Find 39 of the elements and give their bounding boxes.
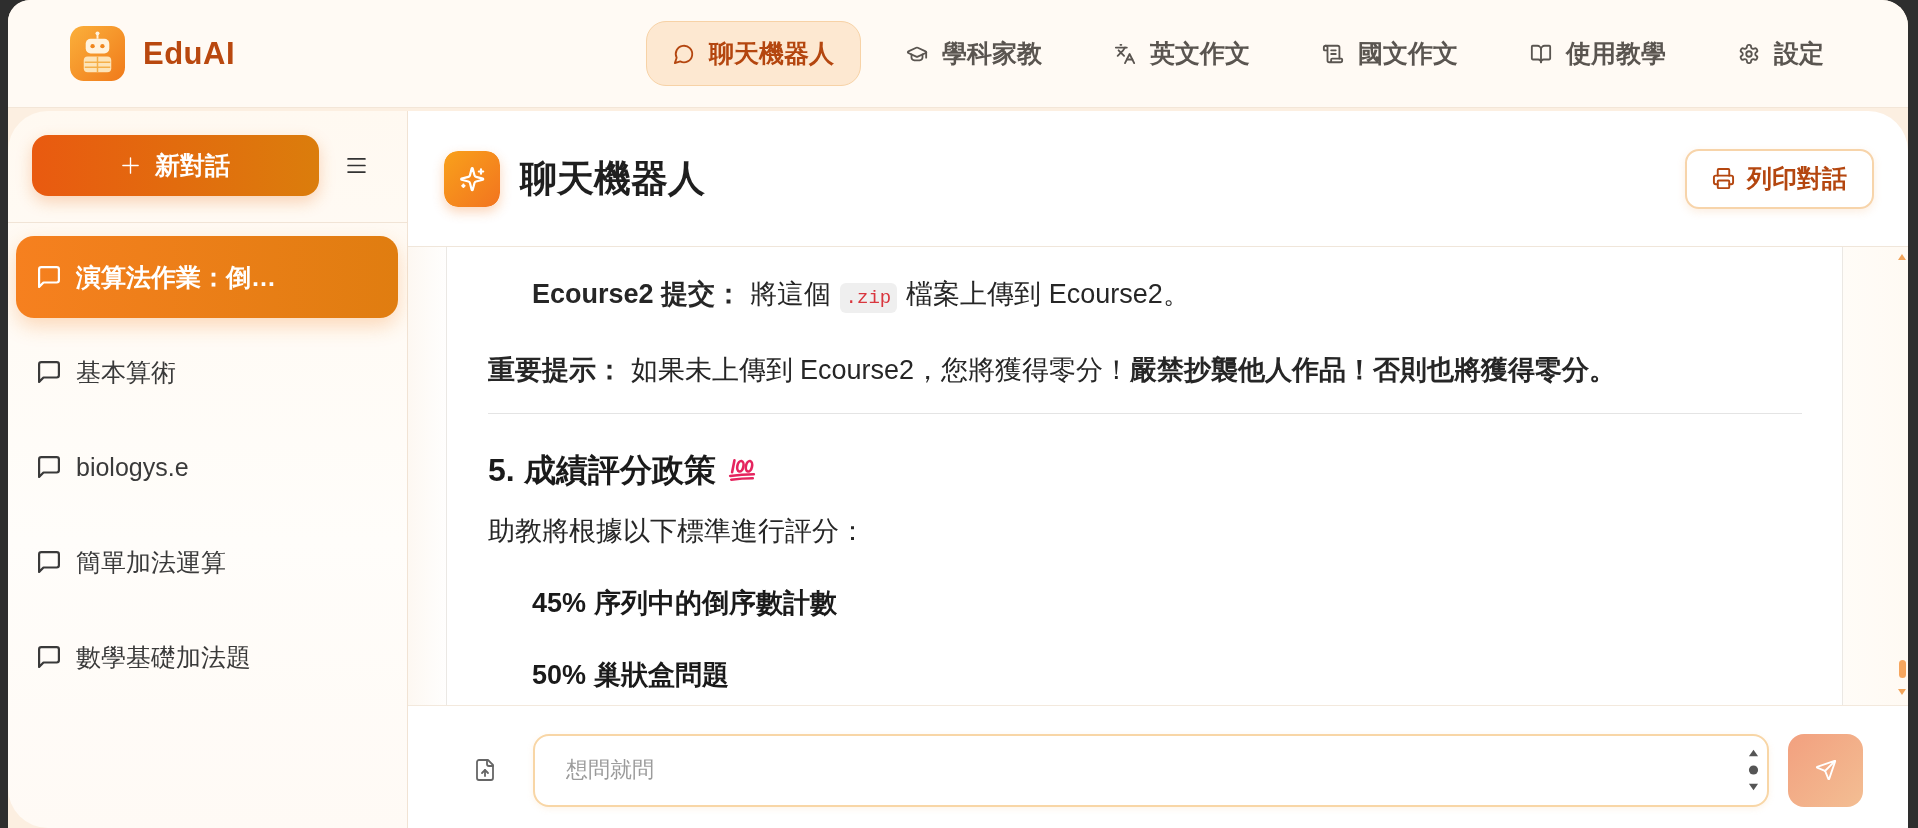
chat-bubble-icon <box>673 42 695 65</box>
printer-icon <box>1712 167 1735 190</box>
send-icon <box>1814 759 1837 781</box>
hundred-points-icon <box>727 458 756 482</box>
plus-icon <box>121 157 139 174</box>
brand-name: EduAI <box>143 35 236 72</box>
file-upload-icon[interactable] <box>473 758 497 782</box>
list-item-text: Ecourse2 提交： 將這個 <box>532 279 831 309</box>
chat-title: 聊天機器人 <box>520 156 705 201</box>
list-item-text: 檔案上傳到 Ecourse2。 <box>906 279 1190 309</box>
list-item-text: 45% 序列中的倒序數計數 <box>532 588 837 618</box>
nav-tab[interactable]: 國文作文 <box>1295 21 1485 86</box>
section-heading: 5. 成績評分政策 <box>488 451 716 490</box>
nav-tab[interactable]: 英文作文 <box>1087 21 1277 86</box>
conversation-item[interactable]: 基本算術 <box>16 331 398 413</box>
message-input[interactable]: 想問就問 <box>533 733 1769 807</box>
scrollbar-icon[interactable] <box>1748 747 1759 792</box>
translate-icon <box>1114 42 1136 65</box>
conversation-item[interactable]: biologys.e <box>16 426 398 508</box>
nav-tab[interactable]: 設定 <box>1711 21 1851 86</box>
sparkles-icon <box>444 150 500 207</box>
print-button[interactable]: 列印對話 <box>1685 148 1874 209</box>
conversation-item[interactable]: 簡單加法運算 <box>16 521 398 603</box>
inline-code: .zip <box>839 283 898 313</box>
scroll-up-arrow-icon[interactable] <box>1898 254 1906 260</box>
nav-tab[interactable]: 學科家教 <box>879 21 1069 86</box>
paragraph-text: 重要提示： 如果未上傳到 Ecourse2，您將獲得零分！嚴禁抄襲他人作品！否則也將獲得零分。 <box>488 355 1617 385</box>
paragraph-text: 助教將根據以下標準進行評分： <box>488 516 866 546</box>
robot-logo-icon <box>70 26 125 81</box>
list-item-text: 50% 巢狀盒問題 <box>532 660 729 690</box>
book-icon <box>1530 42 1552 65</box>
conversation-item[interactable]: 數學基礎加法題 <box>16 616 398 698</box>
settings-icon <box>1738 42 1760 65</box>
scrollbar-thumb[interactable] <box>1898 660 1906 678</box>
scroll-down-arrow-icon[interactable] <box>1898 689 1906 695</box>
nav-tab[interactable]: 使用教學 <box>1503 21 1693 86</box>
scroll-icon <box>1322 42 1344 65</box>
menu-icon[interactable] <box>347 158 366 173</box>
nav-tab[interactable]: 聊天機器人 <box>646 21 861 86</box>
